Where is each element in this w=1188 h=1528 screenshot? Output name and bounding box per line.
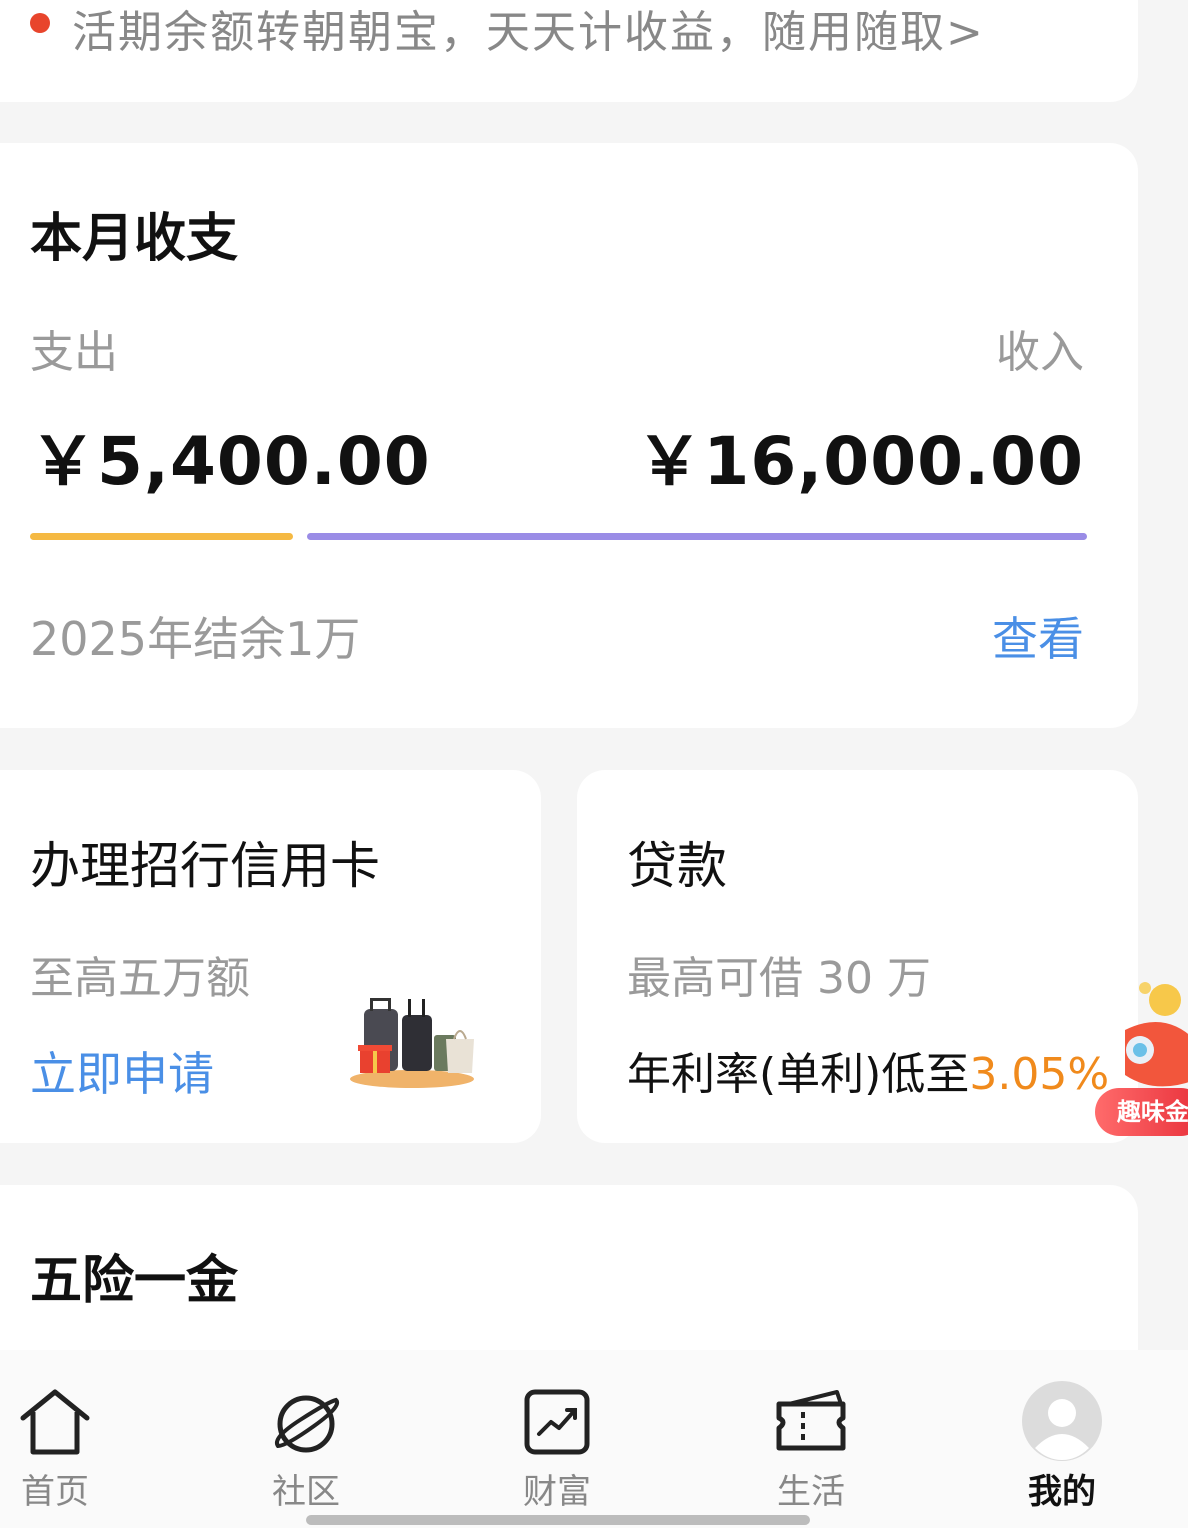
tab-life-label: 生活 [777,1472,845,1512]
loan-title: 贷款 [627,837,727,895]
loan-rate-value: 3.05% [969,1049,1110,1100]
loan-rate-prefix: 年利率(单利)低至 [627,1049,970,1100]
insurance-title: 五险一金 [30,1251,239,1311]
tab-wealth-label: 财富 [523,1472,591,1512]
tab-wealth[interactable]: 财富 [482,1380,632,1512]
home-indicator[interactable] [306,1515,810,1525]
tab-home-label: 首页 [21,1472,89,1512]
loan-subtitle: 最高可借 30 万 [627,953,931,1004]
promo-badge[interactable]: 趣味金 [1095,1088,1188,1136]
loan-rate: 年利率(单利)低至3.05% [627,1038,1109,1102]
luggage-gift-illustration [350,998,474,1088]
apply-now-button[interactable]: 立即申请 [30,1038,214,1104]
notice-dot [30,13,50,33]
tab-community[interactable]: 社区 [231,1380,381,1512]
income-bar [307,533,1087,540]
tab-mine-label: 我的 [1028,1472,1096,1512]
avatar-icon [1022,1381,1102,1461]
tab-life[interactable]: 生活 [736,1380,886,1512]
income-label: 收入 [996,327,1084,378]
year-summary: 2025年结余1万 [30,612,361,666]
home-icon [20,1389,90,1455]
credit-card-title: 办理招行信用卡 [30,837,380,895]
expense-amount: ￥5,400.00 [30,423,431,500]
tab-home[interactable]: 首页 [0,1380,130,1512]
tab-community-label: 社区 [272,1472,340,1512]
monthly-title: 本月收支 [30,209,239,269]
expense-label: 支出 [30,327,118,378]
credit-card-subtitle: 至高五万额 [30,953,250,1004]
notice-text[interactable]: 活期余额转朝朝宝，天天计收益，随用随取> [72,0,985,60]
income-amount: ￥16,000.00 [636,423,1084,500]
view-button[interactable]: 查看 [992,603,1084,669]
tab-mine[interactable]: 我的 [987,1380,1137,1512]
expense-bar [30,533,293,540]
planet-icon [275,1395,339,1453]
app-screen: 活期余额转朝朝宝，天天计收益，随用随取> 本月收支 支出 收入 ￥5,400.0… [0,0,1188,1528]
ticket-icon [776,1390,846,1451]
trend-chart-icon [524,1389,590,1455]
